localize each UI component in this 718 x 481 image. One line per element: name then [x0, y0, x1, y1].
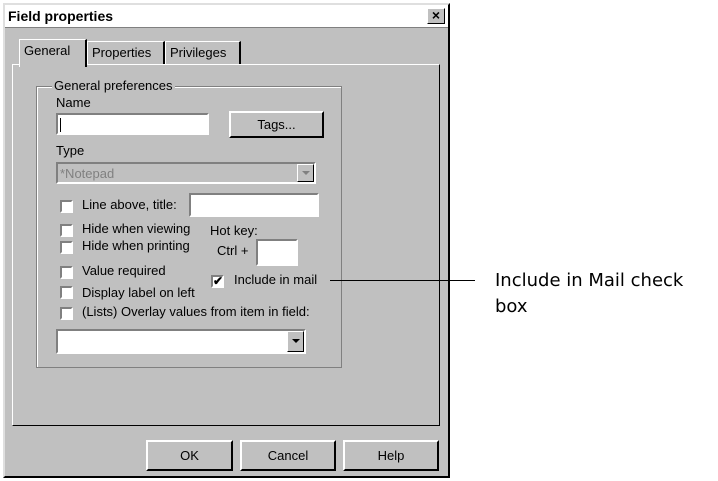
overlay-values-label: (Lists) Overlay values from item in fiel…	[82, 304, 310, 319]
tab-privileges-label: Privileges	[170, 45, 227, 60]
type-select-value: *Notepad	[60, 166, 115, 181]
overlay-dropdown-button[interactable]	[287, 331, 304, 352]
hide-when-printing-checkbox[interactable]	[60, 241, 73, 254]
ok-button[interactable]: OK	[146, 440, 233, 471]
overlay-values-checkbox[interactable]	[60, 307, 73, 320]
tab-general-label: General	[24, 43, 71, 58]
help-button[interactable]: Help	[343, 440, 439, 471]
callout-text: Include in Mail check box	[495, 270, 684, 317]
cancel-button[interactable]: Cancel	[240, 440, 336, 471]
tags-button[interactable]: Tags...	[229, 111, 324, 138]
value-required-checkbox[interactable]	[60, 266, 73, 279]
tab-general[interactable]: General	[19, 39, 87, 67]
name-input[interactable]	[56, 113, 209, 135]
hide-when-viewing-checkbox[interactable]	[60, 224, 73, 237]
tab-properties-label: Properties	[92, 45, 152, 60]
type-select[interactable]: *Notepad	[56, 162, 316, 184]
tab-properties[interactable]: Properties	[87, 41, 165, 65]
title-bar: Field properties ×	[5, 5, 448, 28]
hotkey-label: Hot key:	[210, 223, 258, 238]
dialog-title: Field properties	[8, 8, 114, 24]
include-in-mail-label: Include in mail	[234, 272, 318, 287]
overlay-field-select[interactable]	[56, 329, 306, 354]
include-in-mail-checkbox[interactable]: ✔	[211, 275, 224, 288]
type-dropdown-button[interactable]	[297, 164, 314, 182]
tab-privileges[interactable]: Privileges	[165, 41, 241, 65]
close-button[interactable]: ×	[427, 8, 445, 24]
line-above-title-input[interactable]	[189, 193, 319, 217]
close-icon: ×	[431, 7, 441, 23]
chevron-down-icon	[292, 339, 300, 343]
value-required-label: Value required	[82, 263, 166, 278]
group-label: General preferences	[52, 78, 175, 93]
hotkey-input[interactable]	[256, 239, 298, 266]
hide-when-viewing-label: Hide when viewing	[82, 221, 191, 236]
type-label: Type	[56, 143, 85, 158]
callout-leader-line	[330, 280, 475, 281]
chevron-down-icon	[302, 171, 310, 175]
display-label-left-checkbox[interactable]	[60, 286, 73, 299]
name-label: Name	[56, 95, 91, 110]
line-above-checkbox[interactable]	[60, 200, 73, 213]
text-caret	[60, 118, 61, 132]
line-above-label: Line above, title:	[82, 197, 177, 212]
hide-when-printing-label: Hide when printing	[82, 238, 190, 253]
checkmark-icon: ✔	[213, 274, 224, 288]
hotkey-ctrl-label: Ctrl +	[217, 243, 249, 258]
display-label-left-label: Display label on left	[82, 285, 195, 300]
